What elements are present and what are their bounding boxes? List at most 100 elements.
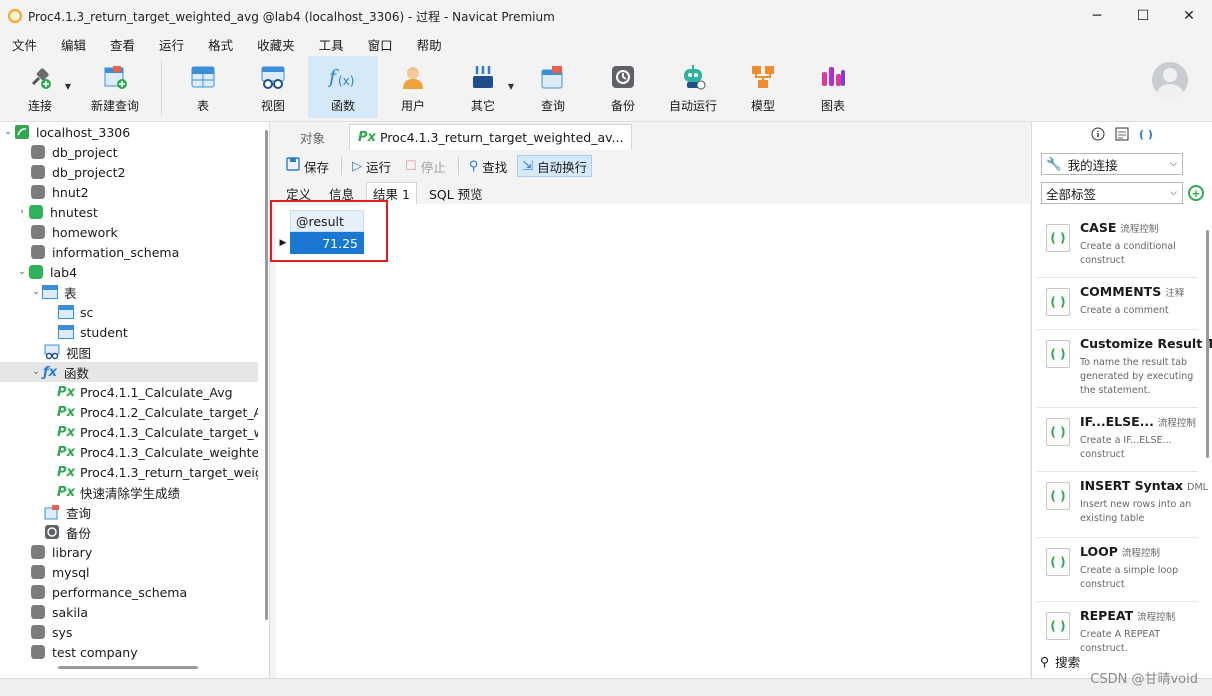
snippets-scrollbar[interactable]: [1206, 230, 1209, 458]
search-label: 搜索: [1055, 655, 1081, 670]
tree-label: db_project2: [52, 164, 126, 180]
backup-button[interactable]: 备份: [588, 56, 658, 118]
connect-button[interactable]: 连接 ▼: [5, 56, 75, 118]
tree-item-procedure[interactable]: Px Proc4.1.3_Calculate_weighted_A: [0, 442, 258, 462]
tree-item-database[interactable]: › hnutest: [0, 202, 258, 222]
snippet-icon[interactable]: ( ): [1138, 126, 1154, 142]
tree-label: sc: [80, 304, 94, 320]
menu-run[interactable]: 运行: [147, 35, 196, 54]
info-icon[interactable]: [1090, 126, 1106, 142]
stop-label: 停止: [420, 159, 446, 175]
tag-select[interactable]: 全部标签 ⌵: [1041, 182, 1183, 204]
function-button[interactable]: f (x) 函数: [308, 56, 378, 118]
tree-item-database[interactable]: test company: [0, 642, 258, 662]
tree-item-database[interactable]: db_project: [0, 142, 258, 162]
model-button[interactable]: 模型: [728, 56, 798, 118]
chart-button[interactable]: 图表: [798, 56, 868, 118]
tree-item-table[interactable]: student: [0, 322, 258, 342]
tree-item-procedure[interactable]: Px 快速清除学生成绩: [0, 482, 258, 502]
tree-item-database[interactable]: db_project2: [0, 162, 258, 182]
tree-label: 表: [64, 285, 77, 301]
tree-item-table[interactable]: sc: [0, 302, 258, 322]
tree-item-tables[interactable]: ⌄ 表: [0, 282, 258, 302]
add-snippet-icon[interactable]: +: [1188, 185, 1204, 201]
minimize-button[interactable]: ─: [1074, 0, 1120, 32]
stop-button[interactable]: ☐ 停止: [401, 155, 450, 177]
tab-procedure-editor[interactable]: Px Proc4.1.3_return_target_weighted_av..…: [349, 124, 633, 150]
ddl-icon[interactable]: [1114, 126, 1130, 142]
snippet-item[interactable]: ( ) LOOP 流程控制 Create a simple loop constr…: [1036, 538, 1198, 602]
other-dropdown-icon[interactable]: ▼: [508, 82, 514, 91]
tree-label: Proc4.1.3_Calculate_weighted_A: [80, 444, 258, 460]
query-button[interactable]: 查询: [518, 56, 588, 118]
run-label: 运行: [366, 159, 392, 175]
tree-item-database[interactable]: sakila: [0, 602, 258, 622]
collapse-icon[interactable]: ⌄: [16, 267, 28, 277]
tree-label: hnutest: [50, 204, 98, 220]
snippet-item[interactable]: ( ) Customize Result T To name the resul…: [1036, 330, 1212, 408]
word-wrap-toggle[interactable]: ⇲ 自动换行: [517, 155, 593, 177]
find-button[interactable]: ⚲ 查找: [465, 155, 512, 177]
tree-item-database[interactable]: sys: [0, 622, 258, 642]
chevron-down-icon: ⌵: [1170, 159, 1177, 169]
connection-select[interactable]: 🔧 我的连接 ⌵: [1041, 153, 1183, 175]
menu-format[interactable]: 格式: [196, 35, 245, 54]
tab-objects[interactable]: 对象: [276, 124, 349, 150]
chart-label: 图表: [820, 99, 845, 113]
menu-window[interactable]: 窗口: [356, 35, 405, 54]
user-avatar[interactable]: [1152, 62, 1188, 98]
tree-item-database[interactable]: mysql: [0, 562, 258, 582]
user-button[interactable]: 用户: [378, 56, 448, 118]
toolbar-divider: [457, 157, 459, 175]
snippet-item[interactable]: ( ) COMMENTS 注释 Create a comment: [1036, 278, 1198, 330]
tree-item-procedure[interactable]: Px Proc4.1.3_return_target_weight: [0, 462, 258, 482]
menu-tools[interactable]: 工具: [307, 35, 356, 54]
snippet-name: LOOP: [1080, 544, 1118, 559]
view-button[interactable]: 视图: [238, 56, 308, 118]
snippet-description: Create A REPEAT construct.: [1080, 629, 1161, 654]
tab-sql-preview[interactable]: SQL 预览: [423, 182, 489, 204]
database-icon: [30, 244, 46, 260]
tree-item-procedure[interactable]: Px Proc4.1.2_Calculate_target_Avg: [0, 402, 258, 422]
collapse-icon[interactable]: ⌄: [30, 367, 42, 377]
save-button[interactable]: 保存: [282, 155, 333, 177]
tree-item-database[interactable]: hnut2: [0, 182, 258, 202]
new-query-button[interactable]: 新建查询: [75, 56, 155, 118]
close-button[interactable]: ✕: [1166, 0, 1212, 32]
snippet-item[interactable]: ( ) INSERT Syntax DML Insert new rows int…: [1036, 472, 1208, 538]
tree-item-functions[interactable]: ⌄ ƒx 函数: [0, 362, 258, 382]
collapse-icon[interactable]: ⌄: [2, 127, 14, 137]
table-button[interactable]: 表: [168, 56, 238, 118]
snippet-item[interactable]: ( ) IF...ELSE... 流程控制 Create a IF...ELSE.…: [1036, 408, 1198, 472]
tree-item-database[interactable]: homework: [0, 222, 258, 242]
expand-icon[interactable]: ›: [16, 207, 28, 217]
tree-item-views[interactable]: 视图: [0, 342, 258, 362]
menu-favorites[interactable]: 收藏夹: [245, 35, 307, 54]
maximize-button[interactable]: ☐: [1120, 0, 1166, 32]
menu-edit[interactable]: 编辑: [49, 35, 98, 54]
tree-item-database[interactable]: information_schema: [0, 242, 258, 262]
auto-run-button[interactable]: 自动运行: [658, 56, 728, 118]
menu-view[interactable]: 查看: [98, 35, 147, 54]
tree-item-connection[interactable]: ⌄ localhost_3306: [0, 122, 258, 142]
collapse-icon[interactable]: ⌄: [30, 287, 42, 297]
menu-help[interactable]: 帮助: [405, 35, 454, 54]
tree-horizontal-scrollbar[interactable]: [58, 666, 198, 669]
tree-item-database[interactable]: performance_schema: [0, 582, 258, 602]
tree-item-procedure[interactable]: Px Proc4.1.1_Calculate_Avg: [0, 382, 258, 402]
tree-item-queries[interactable]: 查询: [0, 502, 258, 522]
table-icon: [58, 304, 74, 320]
snippet-search[interactable]: ⚲ 搜索: [1040, 652, 1080, 671]
menu-file[interactable]: 文件: [0, 35, 49, 54]
connect-dropdown-icon[interactable]: ▼: [65, 82, 71, 91]
tree-item-procedure[interactable]: Px Proc4.1.3_Calculate_target_weig: [0, 422, 258, 442]
run-button[interactable]: ▷ 运行: [348, 155, 395, 177]
tree-item-backups[interactable]: 备份: [0, 522, 258, 542]
snippet-item[interactable]: ( ) REPEAT 流程控制 Create A REPEAT construct…: [1036, 602, 1198, 654]
tree-vertical-scrollbar[interactable]: [265, 130, 268, 620]
snippet-file-icon: ( ): [1046, 418, 1070, 446]
tree-item-database[interactable]: ⌄ lab4: [0, 262, 258, 282]
tree-item-database[interactable]: library: [0, 542, 258, 562]
other-button[interactable]: 其它 ▼: [448, 56, 518, 118]
snippet-item[interactable]: ( ) CASE 流程控制 Create a conditional constr…: [1036, 214, 1198, 278]
